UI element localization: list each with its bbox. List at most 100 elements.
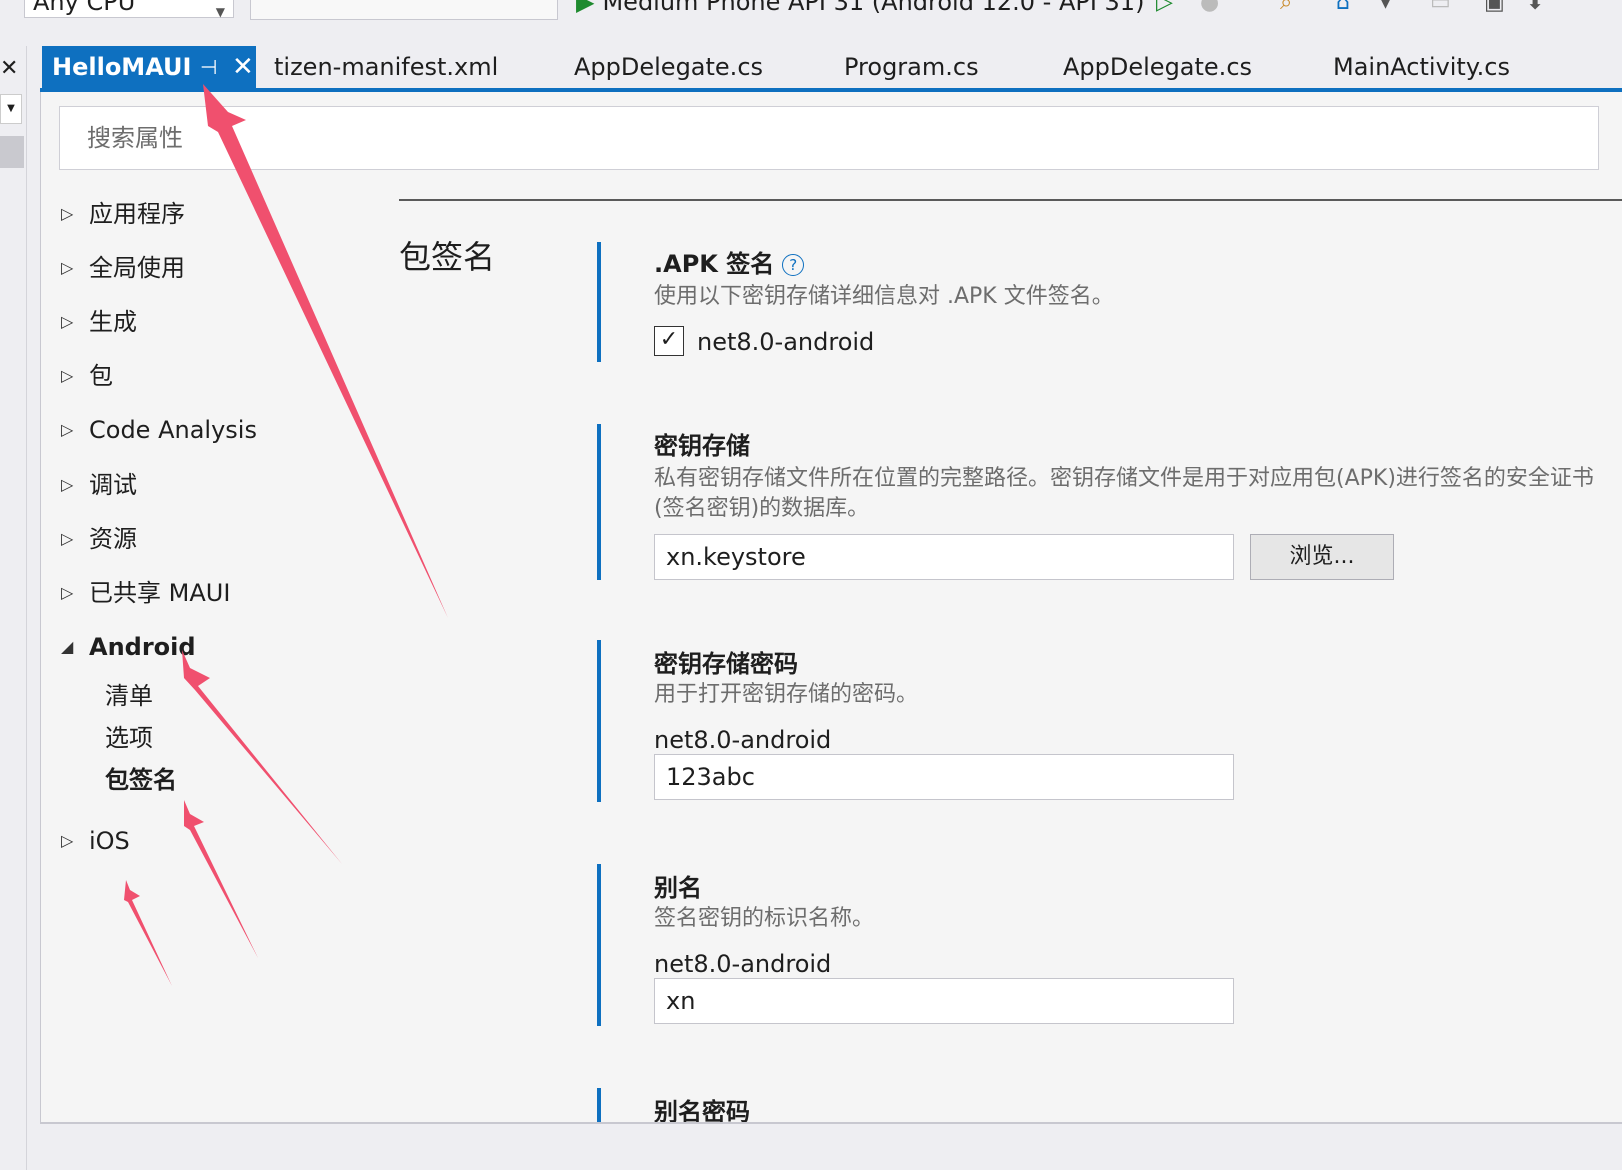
left-tool-strip: ✕ ▼ — [0, 46, 27, 1170]
nav-item-label: 已共享 MAUI — [89, 579, 231, 607]
run-target-label: Medium Phone API 31 (Android 12.0 - API … — [602, 0, 1145, 16]
property-name: .APK 签名? — [654, 244, 805, 279]
startup-project-dropdown[interactable] — [250, 0, 558, 20]
expand-icon[interactable]: ▷ — [61, 252, 89, 284]
expand-icon[interactable]: ▷ — [61, 360, 89, 392]
property-description: 私有密钥存储文件所在位置的完整路径。密钥存储文件是用于对应用包(APK)进行签名… — [654, 466, 1594, 521]
nav-item-label: 应用程序 — [89, 200, 185, 228]
search-properties-input[interactable]: 搜索属性 — [59, 106, 1599, 170]
run-without-debug-icon[interactable]: ▷ — [1156, 0, 1173, 15]
nav-item-global-usings[interactable]: ▷ 全局使用 — [61, 252, 185, 284]
property-name: 密钥存储密码 — [654, 650, 798, 678]
play-icon: ▶ — [576, 0, 595, 16]
nav-item-application[interactable]: ▷ 应用程序 — [61, 198, 185, 230]
help-icon[interactable]: ? — [782, 254, 805, 276]
expand-icon[interactable]: ▷ — [61, 306, 89, 338]
property-alias: 别名 签名密钥的标识名称。 net8.0-android xn — [597, 864, 1622, 1026]
tab-hellomaui[interactable]: HelloMAUI ⊣ ✕ — [42, 46, 256, 88]
property-description: 用于打开密钥存储的密码。 — [654, 682, 919, 707]
property-description: 签名密钥的标识名称。 — [654, 906, 875, 931]
property-keystore-password: 密钥存储密码 用于打开密钥存储的密码。 net8.0-android 123ab… — [597, 640, 1622, 802]
home-icon[interactable]: ⌂ — [1336, 0, 1350, 15]
property-apk-signing: .APK 签名? 使用以下密钥存储详细信息对 .APK 文件签名。 ✓ net8… — [597, 242, 1622, 362]
nav-item-shared-maui[interactable]: ▷ 已共享 MAUI — [61, 577, 230, 609]
expand-icon[interactable]: ▷ — [61, 469, 89, 501]
property-description: 使用以下密钥存储详细信息对 .APK 文件签名。 — [654, 284, 1114, 309]
solution-platform-value: Any CPU — [33, 0, 136, 16]
expand-icon[interactable]: ▷ — [61, 825, 89, 857]
property-name: 别名密码 — [654, 1098, 750, 1122]
nav-subitem-package-signing[interactable]: 包签名 — [105, 764, 177, 796]
nav-item-label: 包 — [89, 362, 113, 390]
apk-sign-checkbox[interactable]: ✓ — [654, 326, 684, 356]
property-accent-bar — [597, 864, 601, 1026]
device-icon[interactable]: ▣ — [1484, 0, 1505, 15]
main-toolbar: Any CPU ▼ ▶ Medium Phone API 31 (Android … — [0, 0, 1622, 46]
nav-item-label: 全局使用 — [89, 254, 185, 282]
tab-appdelegate-2[interactable]: AppDelegate.cs — [1063, 46, 1252, 88]
expand-icon[interactable]: ▷ — [61, 577, 89, 609]
nav-item-android[interactable]: ◢ Android — [61, 631, 196, 663]
alias-input[interactable]: xn — [654, 978, 1234, 1024]
nav-item-code-analysis[interactable]: ▷ Code Analysis — [61, 414, 257, 446]
document-tab-bar: HelloMAUI ⊣ ✕ tizen-manifest.xml AppDele… — [40, 46, 1622, 92]
close-icon[interactable]: ✕ — [0, 56, 18, 81]
browse-button[interactable]: 浏览... — [1250, 534, 1394, 580]
expand-icon[interactable]: ▷ — [61, 523, 89, 555]
tab-tizen-manifest[interactable]: tizen-manifest.xml — [274, 46, 498, 88]
property-accent-bar — [597, 424, 601, 580]
nav-subitem-label: 选项 — [105, 724, 153, 752]
strip-dropdown[interactable]: ▼ — [0, 94, 22, 124]
tab-program[interactable]: Program.cs — [844, 46, 979, 88]
nav-item-ios[interactable]: ▷ iOS — [61, 825, 130, 857]
close-icon[interactable]: ✕ — [232, 46, 254, 88]
tab-mainactivity[interactable]: MainActivity.cs — [1333, 46, 1510, 88]
nav-item-label: 调试 — [89, 471, 137, 499]
record-icon[interactable]: ● — [1200, 0, 1219, 15]
search-placeholder: 搜索属性 — [87, 124, 183, 152]
pin-icon[interactable]: ⊣ — [200, 46, 217, 88]
property-alias-password: 别名密码 — [597, 1088, 1622, 1122]
target-framework-label: net8.0-android — [654, 726, 832, 754]
section-divider — [399, 199, 1622, 201]
find-icon[interactable]: ⌕ — [1280, 0, 1292, 15]
keystore-path-input[interactable]: xn.keystore — [654, 534, 1234, 580]
nav-item-package[interactable]: ▷ 包 — [61, 360, 113, 392]
nav-item-build[interactable]: ▷ 生成 — [61, 306, 137, 338]
property-name: 密钥存储 — [654, 432, 750, 460]
nav-subitem-label: 清单 — [105, 682, 153, 710]
property-keystore: 密钥存储 私有密钥存储文件所在位置的完整路径。密钥存储文件是用于对应用包(APK… — [597, 424, 1622, 580]
nav-subitem-label: 包签名 — [105, 766, 177, 794]
checkbox-label: net8.0-android — [697, 328, 875, 356]
nav-item-resources[interactable]: ▷ 资源 — [61, 523, 137, 555]
property-name-text: .APK 签名 — [654, 250, 775, 278]
target-framework-label: net8.0-android — [654, 950, 832, 978]
nav-item-label: 生成 — [89, 308, 137, 336]
strip-selected-item[interactable] — [0, 136, 24, 168]
tab-label: AppDelegate.cs — [1063, 53, 1253, 81]
nav-subitem-options[interactable]: 选项 — [105, 722, 153, 754]
nav-item-debug[interactable]: ▷ 调试 — [61, 469, 137, 501]
nav-subitem-manifest[interactable]: 清单 — [105, 680, 153, 712]
filter-icon[interactable]: ▾ — [1380, 0, 1391, 15]
document-icon[interactable]: ▭ — [1430, 0, 1451, 15]
expand-icon[interactable]: ▷ — [61, 414, 89, 446]
tab-label: HelloMAUI — [52, 53, 192, 81]
tab-appdelegate[interactable]: AppDelegate.cs — [574, 46, 763, 88]
solution-platform-dropdown[interactable]: Any CPU ▼ — [24, 0, 234, 19]
keystore-password-input[interactable]: 123abc — [654, 754, 1234, 800]
run-button[interactable]: ▶ Medium Phone API 31 (Android 12.0 - API… — [576, 0, 1144, 18]
project-properties-panel: 搜索属性 ▷ 应用程序 ▷ 全局使用 ▷ 生成 ▷ 包 ▷ Code Analysis ▷… — [40, 92, 1622, 1124]
section-title: 包签名 — [399, 238, 496, 276]
tab-label: MainActivity.cs — [1333, 53, 1510, 81]
chevron-down-icon: ▼ — [215, 5, 225, 19]
property-accent-bar — [597, 242, 601, 362]
collapse-icon[interactable]: ◢ — [61, 631, 89, 663]
download-icon[interactable]: ⬇ — [1526, 0, 1544, 15]
nav-item-label: Android — [89, 633, 196, 661]
input-value: xn — [666, 987, 696, 1015]
expand-icon[interactable]: ▷ — [61, 198, 89, 230]
property-accent-bar — [597, 1088, 601, 1122]
tab-label: tizen-manifest.xml — [274, 53, 499, 81]
input-value: xn.keystore — [666, 543, 806, 571]
